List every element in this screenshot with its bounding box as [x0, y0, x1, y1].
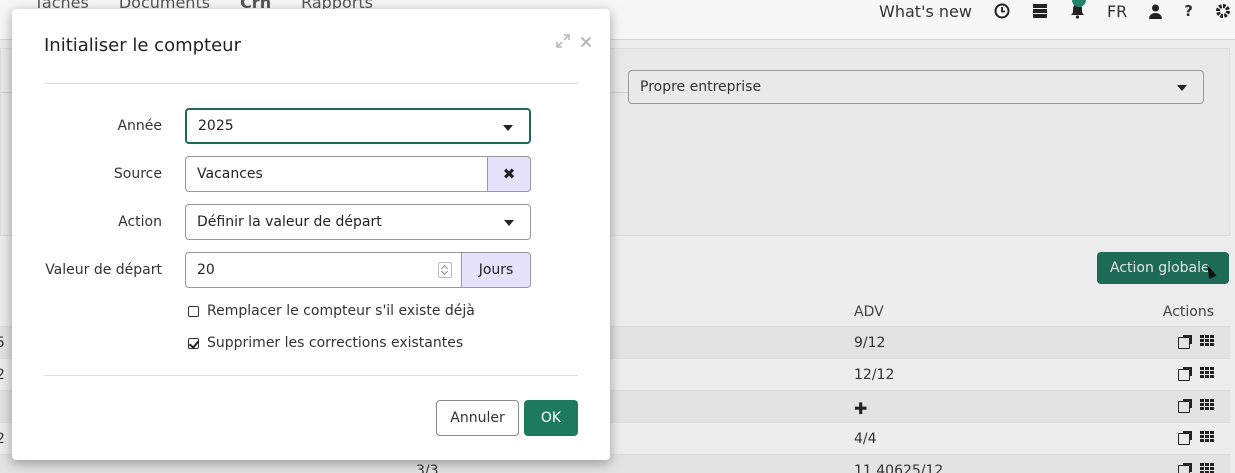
grid-icon[interactable]: [1200, 367, 1214, 380]
delete-corrections-label: Supprimer les corrections existantes: [207, 335, 464, 351]
year-row: Année 2025: [12, 108, 610, 144]
close-icon[interactable]: [580, 33, 592, 52]
chevron-down-icon: [503, 125, 513, 131]
external-link-icon[interactable]: [1178, 367, 1192, 381]
column-header-actions: Actions: [1162, 304, 1214, 320]
start-value-text: 20: [197, 262, 215, 278]
company-select[interactable]: Propre entreprise: [628, 70, 1204, 104]
language-selector[interactable]: FR: [1107, 2, 1127, 21]
chevron-down-icon: [1177, 85, 1187, 91]
source-value: Vacances: [197, 166, 263, 182]
external-link-icon[interactable]: [1178, 463, 1192, 473]
year-value: 2025: [198, 118, 234, 134]
global-action-label: Action globale: [1110, 260, 1210, 276]
table-cell-adv: 11.40625/12: [854, 463, 944, 473]
chevron-down-icon: [504, 220, 514, 226]
whats-new-link[interactable]: What's new: [879, 2, 972, 21]
expand-icon[interactable]: [556, 33, 570, 52]
year-select[interactable]: 2025: [185, 108, 531, 144]
external-link-icon[interactable]: [1178, 399, 1192, 413]
source-row: Source Vacances ✖: [12, 156, 610, 192]
table-cell: 2: [0, 367, 5, 383]
dialog-header-divider: [44, 83, 578, 84]
dialog-controls: [556, 33, 592, 52]
gear-icon[interactable]: [1215, 3, 1231, 19]
table-cell: 3/3: [416, 463, 439, 473]
year-label: Année: [117, 118, 162, 134]
action-label: Action: [118, 214, 162, 230]
replace-counter-label: Remplacer le compteur s'il existe déjà: [207, 303, 475, 319]
user-icon[interactable]: [1149, 4, 1163, 19]
ok-button[interactable]: OK: [524, 400, 578, 436]
start-value-input[interactable]: 20: [185, 252, 462, 288]
server-icon[interactable]: [1032, 3, 1048, 19]
table-cell-adv: 9/12: [854, 335, 886, 351]
delete-corrections-checkbox[interactable]: [188, 337, 199, 349]
initialize-counter-dialog: Initialiser le compteur Année 2025 Sourc…: [12, 9, 610, 460]
action-value: Définir la valeur de départ: [197, 214, 382, 230]
clear-x-icon[interactable]: ✖: [487, 156, 531, 192]
grid-icon[interactable]: [1200, 399, 1214, 412]
column-header-adv: ADV: [854, 304, 884, 320]
delete-corrections-option[interactable]: Supprimer les corrections existantes: [188, 335, 463, 351]
replace-counter-checkbox[interactable]: [188, 305, 199, 317]
table-cell: 2: [0, 431, 5, 447]
table-cell-adv: 12/12: [854, 367, 895, 383]
table-cell: 5: [0, 335, 5, 351]
external-link-icon[interactable]: [1178, 431, 1192, 445]
action-row: Action Définir la valeur de départ: [12, 204, 610, 240]
grid-icon[interactable]: [1200, 463, 1214, 473]
action-select[interactable]: Définir la valeur de départ: [185, 204, 531, 240]
plus-icon[interactable]: ✚: [854, 399, 867, 418]
source-label: Source: [113, 166, 162, 182]
table-cell-adv: 4/4: [854, 431, 877, 447]
source-select[interactable]: Vacances ✖: [185, 156, 531, 192]
grid-icon[interactable]: [1200, 431, 1214, 444]
topbar-actions: What's new FR ?: [879, 0, 1235, 22]
cancel-button[interactable]: Annuler: [436, 400, 519, 436]
bell-icon[interactable]: [1070, 0, 1086, 19]
number-spinner-icon[interactable]: [438, 262, 452, 278]
dialog-title: Initialiser le compteur: [44, 35, 241, 56]
company-select-value: Propre entreprise: [640, 79, 762, 95]
start-value-label: Valeur de départ: [45, 262, 162, 278]
dialog-footer-divider: [44, 375, 578, 376]
grid-icon[interactable]: [1200, 335, 1214, 348]
external-link-icon[interactable]: [1178, 335, 1192, 349]
unit-addon: Jours: [461, 252, 531, 288]
start-value-row: Valeur de départ 20 Jours: [12, 252, 610, 288]
replace-counter-option[interactable]: Remplacer le compteur s'il existe déjà: [188, 303, 475, 319]
unit-label: Jours: [478, 262, 514, 278]
clock-icon[interactable]: [994, 3, 1010, 19]
help-icon[interactable]: ?: [1184, 2, 1193, 20]
